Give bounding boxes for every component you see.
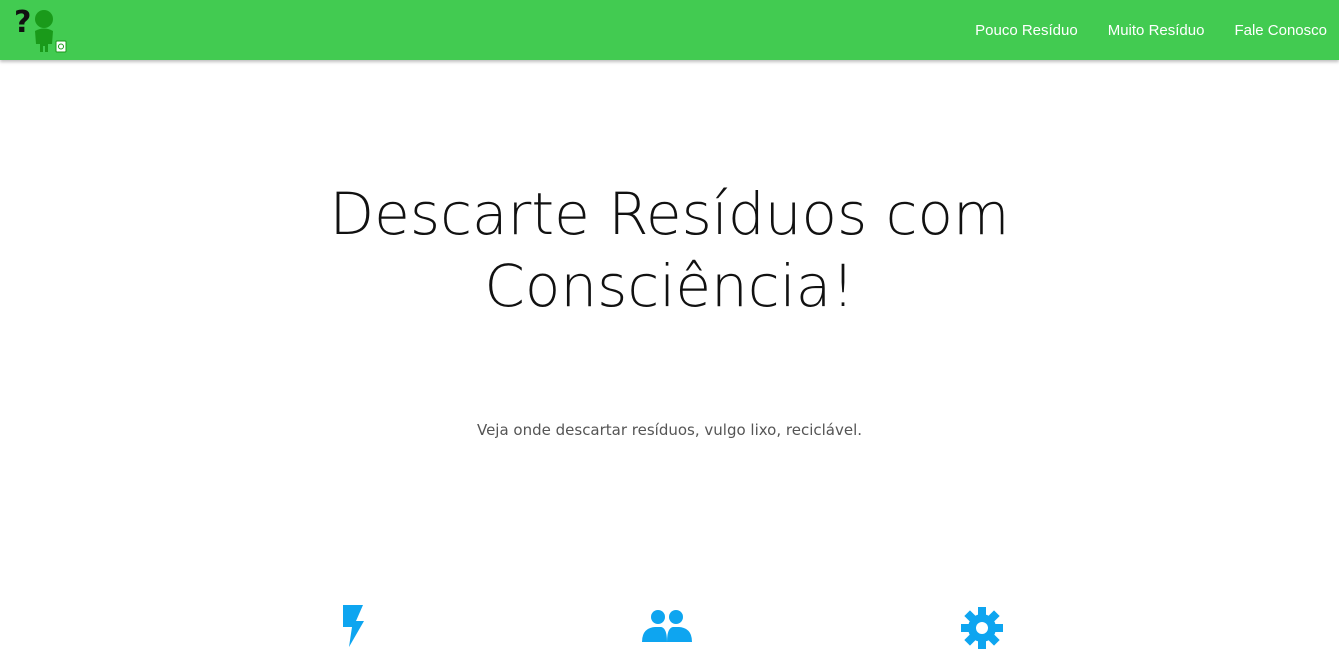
svg-text:?: ? [14, 5, 31, 40]
users-icon [637, 602, 697, 650]
hero-title: Descarte Resíduos com Consciência! [0, 178, 1339, 322]
hero-title-line-2: Consciência! [484, 252, 855, 320]
question-person-logo-icon: ? [14, 5, 67, 53]
nav-links: Pouco Resíduo Muito Resíduo Fale Conosco [975, 0, 1339, 60]
nav-link-fale-conosco[interactable]: Fale Conosco [1234, 22, 1327, 39]
hero-subtitle: Veja onde descartar resíduos, vulgo lixo… [476, 421, 863, 439]
gear-icon [952, 602, 1012, 650]
brand-logo[interactable]: ? [14, 4, 70, 54]
top-navbar: ? Pouco Resíduo Muito Resíduo Fale Conos… [0, 0, 1339, 60]
hero-title-line-1: Descarte Resíduos com [329, 180, 1010, 248]
nav-link-pouco-residuo[interactable]: Pouco Resíduo [975, 22, 1078, 39]
nav-link-muito-residuo[interactable]: Muito Resíduo [1108, 22, 1205, 39]
bolt-icon [322, 602, 382, 650]
